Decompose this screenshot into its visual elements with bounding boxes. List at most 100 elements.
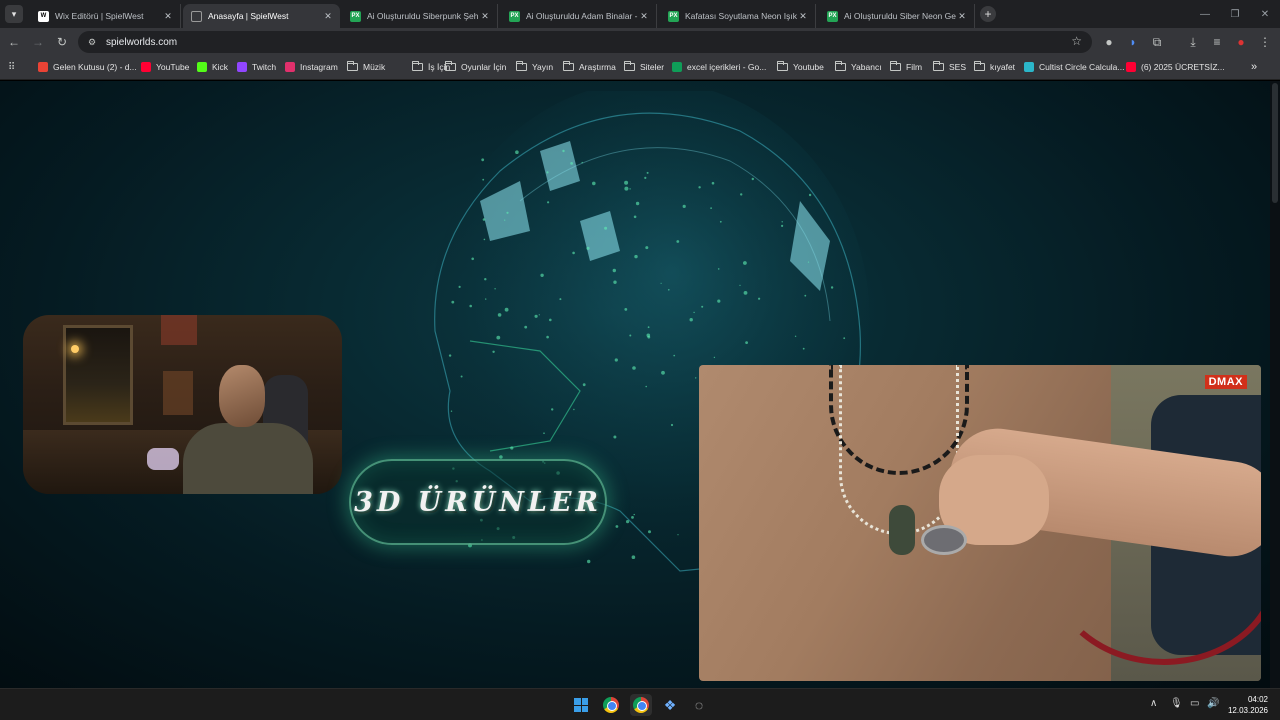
webcam-overlay xyxy=(23,315,342,494)
tab-search-button[interactable]: ▾ xyxy=(5,5,23,23)
bookmark-item[interactable]: Instagram xyxy=(285,60,338,74)
close-icon[interactable]: ✕ xyxy=(638,11,650,22)
bookmark-label: Film xyxy=(906,62,923,72)
tab-siberpunk[interactable]: PX Ai Oluşturuldu Siberpunk Şehir ✕ xyxy=(342,4,498,28)
3d-products-button[interactable]: 3D ÜRÜNLER xyxy=(349,459,607,545)
bookmark-star-icon[interactable]: ☆ xyxy=(1071,34,1082,48)
volume-icon[interactable]: 🔊 xyxy=(1207,698,1219,709)
folder-icon xyxy=(890,61,901,71)
bookmark-item[interactable]: Yabancı xyxy=(835,60,882,74)
screen: ▾ W Wix Editörü | SpielWest ✕ Anasayfa |… xyxy=(0,0,1280,720)
bookmark-label: Yabancı xyxy=(851,62,882,72)
network-icon[interactable]: ▭ xyxy=(1190,698,1199,709)
back-icon[interactable]: ← xyxy=(6,34,22,50)
tab-strip: ▾ W Wix Editörü | SpielWest ✕ Anasayfa |… xyxy=(0,0,1280,28)
browser-toolbar: ← → ↻ ⚙ spielworlds.com ☆ ● ◗ ⧉ ⤓ ≡ ● ⋮ xyxy=(0,28,1280,55)
close-icon[interactable]: ✕ xyxy=(956,11,968,22)
px-icon: PX xyxy=(509,10,520,22)
start-icon[interactable] xyxy=(570,694,592,716)
bookmark-item[interactable]: excel içerikleri - Go... xyxy=(672,60,766,74)
app-icon[interactable]: ◌ xyxy=(688,694,710,716)
cultist-icon xyxy=(1024,62,1034,72)
chrome-icon[interactable] xyxy=(600,694,622,716)
bookmark-item[interactable]: Siteler xyxy=(624,60,664,74)
bookmark-item[interactable]: Müzik xyxy=(347,60,385,74)
extension-icon[interactable]: ● xyxy=(1101,34,1117,50)
maximize-icon[interactable]: ❐ xyxy=(1220,0,1250,28)
forward-icon[interactable]: → xyxy=(30,34,46,50)
bookmark-item[interactable]: Twitch xyxy=(237,60,276,74)
site-info-icon[interactable]: ⚙ xyxy=(84,34,100,50)
app-icon[interactable]: ❖ xyxy=(659,694,681,716)
close-icon[interactable]: ✕ xyxy=(162,11,174,22)
close-icon[interactable]: ✕ xyxy=(797,11,809,22)
bookmark-item[interactable]: Cultist Circle Calcula... xyxy=(1024,60,1125,74)
webcam-poster xyxy=(163,371,193,415)
spielwest-icon xyxy=(191,10,202,22)
bookmark-label: Kick xyxy=(212,62,229,72)
tab-title: Wix Editörü | SpielWest xyxy=(55,11,144,21)
reload-icon[interactable]: ↻ xyxy=(54,34,70,50)
close-icon[interactable]: ✕ xyxy=(479,11,491,22)
cast-icon[interactable]: ◗ xyxy=(1125,34,1141,50)
bookmark-item[interactable]: Film xyxy=(890,60,922,74)
dmax-logo: DMAX xyxy=(1204,375,1247,389)
more-bookmarks-icon[interactable]: » xyxy=(1251,60,1257,74)
folder-icon xyxy=(516,61,527,71)
bookmark-item[interactable]: Oyunlar İçin xyxy=(445,60,506,74)
tab-title: Ai Oluşturuldu Adam Binalar - xyxy=(526,11,638,21)
bookmark-item[interactable]: Youtube xyxy=(777,60,824,74)
microphone-icon[interactable]: 🎙 xyxy=(1170,698,1183,709)
bookmark-label: Siteler xyxy=(640,62,665,72)
bookmark-label: Oyunlar İçin xyxy=(461,62,507,72)
folder-icon xyxy=(777,61,788,71)
extensions-puzzle-icon[interactable]: ⧉ xyxy=(1149,34,1165,50)
tab-adam-binalar[interactable]: PX Ai Oluşturuldu Adam Binalar - ✕ xyxy=(501,4,657,28)
page-scrollbar[interactable] xyxy=(1270,81,1280,688)
tab-anasayfa[interactable]: Anasayfa | SpielWest ✕ xyxy=(183,4,340,28)
bookmark-item[interactable]: Kick xyxy=(197,60,228,74)
folder-icon xyxy=(412,61,423,71)
clock-time: 04:02 xyxy=(1247,695,1268,704)
3d-products-label: 3D ÜRÜNLER xyxy=(354,486,602,518)
bookmark-label: kıyafet xyxy=(990,62,1016,72)
bookmark-label: Twitch xyxy=(252,62,277,72)
bookmarks-bar: ⠿ Gelen Kutusu (2) - d... YouTube Kick Twit… xyxy=(0,55,1280,80)
folder-icon xyxy=(624,61,635,71)
scrollbar-thumb[interactable] xyxy=(1272,83,1278,203)
bookmark-label: Youtube xyxy=(793,62,824,72)
clock-date: 12.03.2026 xyxy=(1227,706,1268,715)
tab-title: Ai Oluşturuldu Siber Neon Ge xyxy=(844,11,956,21)
address-bar[interactable]: ⚙ spielworlds.com ☆ xyxy=(78,31,1092,53)
close-icon[interactable]: ✕ xyxy=(322,11,334,22)
url-text[interactable]: spielworlds.com xyxy=(106,37,177,48)
bookmark-label: SES xyxy=(949,62,967,72)
bookmark-item[interactable]: (6) 2025 ÜCRETSİZ... xyxy=(1126,60,1225,74)
minimize-icon[interactable]: — xyxy=(1190,0,1220,28)
bookmark-item[interactable]: kıyafet xyxy=(974,60,1015,74)
media-icon[interactable]: ≡ xyxy=(1209,34,1225,50)
px-icon: PX xyxy=(827,10,838,22)
bookmark-item[interactable]: SES xyxy=(933,60,966,74)
tray-chevron-icon[interactable]: ∧ xyxy=(1150,698,1157,709)
bookmark-label: Instagram xyxy=(300,62,338,72)
profile-icon[interactable]: ● xyxy=(1233,34,1249,50)
bookmark-item[interactable]: Araştırma xyxy=(563,60,616,74)
tab-wix-editor[interactable]: W Wix Editörü | SpielWest ✕ xyxy=(30,4,181,28)
tab-kafatasi[interactable]: PX Kafatası Soyutlama Neon Işık - ✕ xyxy=(660,4,816,28)
bookmark-label: Müzik xyxy=(363,62,386,72)
download-icon[interactable]: ⤓ xyxy=(1185,34,1201,50)
chrome-icon[interactable] xyxy=(630,694,652,716)
bookmark-label: Yayın xyxy=(532,62,554,72)
tab-siber-neon[interactable]: PX Ai Oluşturuldu Siber Neon Ge ✕ xyxy=(819,4,975,28)
menu-icon[interactable]: ⋮ xyxy=(1257,34,1273,50)
apps-icon[interactable]: ⠿ xyxy=(8,60,15,74)
bookmark-label: Cultist Circle Calcula... xyxy=(1039,62,1125,72)
bookmark-item[interactable]: Yayın xyxy=(516,60,553,74)
new-tab-button[interactable]: + xyxy=(980,6,996,22)
system-clock[interactable]: 04:02 12.03.2026 xyxy=(1228,694,1268,716)
px-icon: PX xyxy=(668,10,679,22)
bookmark-item[interactable]: YouTube xyxy=(141,60,189,74)
bookmark-item[interactable]: Gelen Kutusu (2) - d... xyxy=(38,60,137,74)
window-close-icon[interactable]: ✕ xyxy=(1250,0,1280,28)
